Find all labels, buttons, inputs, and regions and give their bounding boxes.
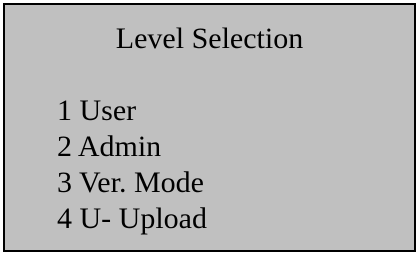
menu-item-ver-mode[interactable]: 3 Ver. Mode <box>57 165 207 201</box>
menu-item-u-upload[interactable]: 4 U- Upload <box>57 201 207 237</box>
level-menu: 1 User 2 Admin 3 Ver. Mode 4 U- Upload <box>57 93 207 237</box>
screen-title: Level Selection <box>115 22 304 55</box>
menu-item-user[interactable]: 1 User <box>57 93 207 129</box>
menu-item-admin[interactable]: 2 Admin <box>57 129 207 165</box>
level-selection-screen: Level Selection 1 User 2 Admin 3 Ver. Mo… <box>3 3 416 252</box>
